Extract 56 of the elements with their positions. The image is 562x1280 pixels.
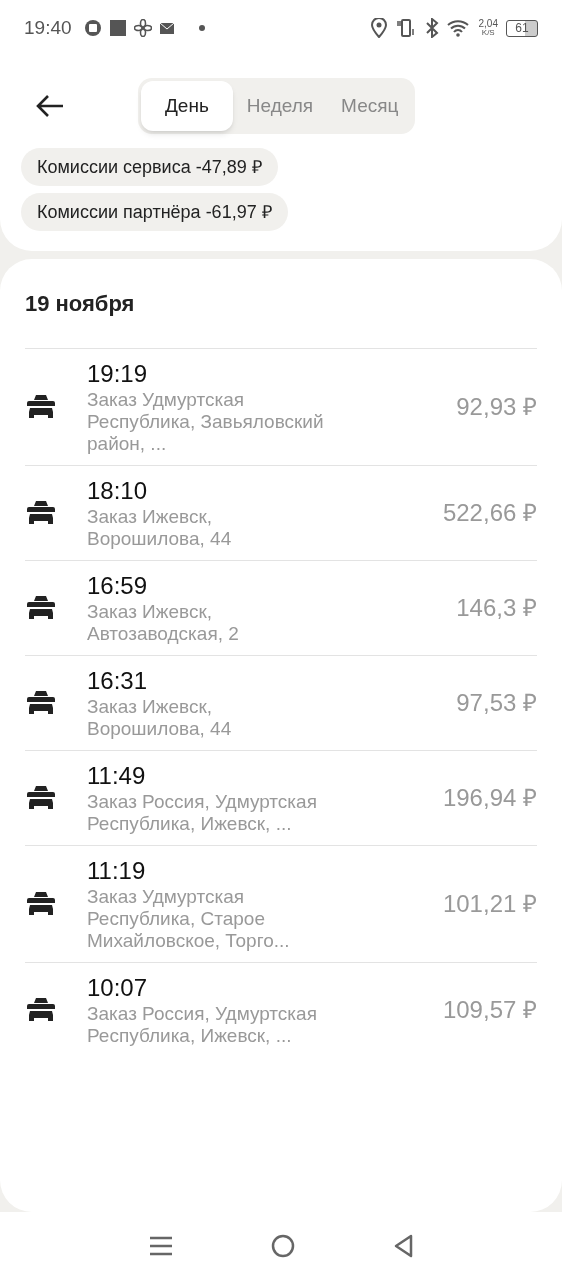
order-amount: 109,57 ₽ bbox=[442, 995, 537, 1025]
back-icon[interactable] bbox=[393, 1234, 413, 1258]
order-row[interactable]: 19:19 Заказ Удмуртская Республика, Завьяловский район, ... 92,93 ₽ bbox=[25, 348, 537, 465]
car-icon bbox=[25, 997, 57, 1023]
menu-icon[interactable] bbox=[149, 1236, 173, 1256]
commission-chip: Комиссии партнёра -61,97 ₽ bbox=[21, 193, 288, 231]
commission-chip: Комиссии сервиса -47,89 ₽ bbox=[21, 148, 278, 186]
date-heading: 19 ноября bbox=[25, 290, 136, 318]
order-row[interactable]: 18:10 Заказ Ижевск, Ворошилова, 44 522,66 ₽ bbox=[25, 465, 537, 560]
order-row[interactable]: 16:31 Заказ Ижевск, Ворошилова, 44 97,53 ₽ bbox=[25, 655, 537, 750]
speed-unit: K/S bbox=[481, 29, 495, 37]
order-time: 16:59 bbox=[87, 571, 149, 601]
battery-indicator: 61 bbox=[506, 19, 538, 37]
fan-icon bbox=[133, 19, 152, 37]
order-amount: 101,21 ₽ bbox=[442, 889, 537, 919]
car-icon bbox=[25, 595, 57, 621]
order-address: Заказ Ижевск, Ворошилова, 44 bbox=[87, 506, 233, 550]
location-icon bbox=[370, 18, 387, 38]
wifi-icon bbox=[446, 19, 471, 37]
order-time: 18:10 bbox=[87, 476, 149, 506]
order-address: Заказ Ижевск, Автозаводская, 2 bbox=[87, 601, 240, 645]
order-row[interactable]: 11:49 Заказ Россия, Удмуртская Республика, Ижевск, ... 196,94 ₽ bbox=[25, 750, 537, 845]
order-address: Заказ Ижевск, Ворошилова, 44 bbox=[87, 696, 233, 740]
order-amount: 146,3 ₽ bbox=[456, 593, 537, 623]
order-time: 10:07 bbox=[87, 973, 149, 1003]
order-time: 19:19 bbox=[87, 359, 149, 389]
order-time: 11:19 bbox=[87, 856, 147, 886]
order-address: Заказ Россия, Удмуртская Республика, Ижевск, ... bbox=[87, 791, 318, 835]
dot-icon bbox=[197, 24, 206, 32]
order-amount: 97,53 ₽ bbox=[456, 688, 537, 718]
bluetooth-icon bbox=[424, 18, 439, 38]
order-row[interactable]: 16:59 Заказ Ижевск, Автозаводская, 2 146,3 ₽ bbox=[25, 560, 537, 655]
vibrate-icon bbox=[394, 18, 417, 38]
order-time: 11:49 bbox=[87, 761, 147, 791]
square-icon bbox=[109, 20, 126, 36]
order-address: Заказ Удмуртская Республика, Старое Михайловское, Торго... bbox=[87, 886, 291, 952]
period-tab[interactable]: День bbox=[141, 81, 233, 131]
car-icon bbox=[25, 891, 57, 917]
back-arrow-icon[interactable] bbox=[36, 94, 64, 118]
order-address: Заказ Удмуртская Республика, Завьяловский район, ... bbox=[87, 389, 325, 455]
order-time: 16:31 bbox=[87, 666, 149, 696]
order-address: Заказ Россия, Удмуртская Республика, Ижевск, ... bbox=[87, 1003, 318, 1047]
car-icon bbox=[25, 690, 57, 716]
car-icon bbox=[25, 500, 57, 526]
home-icon[interactable] bbox=[271, 1234, 295, 1258]
order-amount: 522,66 ₽ bbox=[442, 498, 537, 528]
network-speed: 2,04 bbox=[478, 19, 498, 29]
order-amount: 92,93 ₽ bbox=[456, 392, 537, 422]
car-icon bbox=[25, 394, 57, 420]
notification-icon bbox=[83, 19, 102, 37]
mail-icon bbox=[159, 22, 174, 34]
car-icon bbox=[25, 785, 57, 811]
order-row[interactable]: 10:07 Заказ Россия, Удмуртская Республика, Ижевск, ... 109,57 ₽ bbox=[25, 962, 537, 1057]
order-row[interactable]: 11:19 Заказ Удмуртская Республика, Старое Михайловское, Торго... 101,21 ₽ bbox=[25, 845, 537, 962]
order-amount: 196,94 ₽ bbox=[442, 783, 537, 813]
clock: 19:40 bbox=[24, 15, 72, 40]
